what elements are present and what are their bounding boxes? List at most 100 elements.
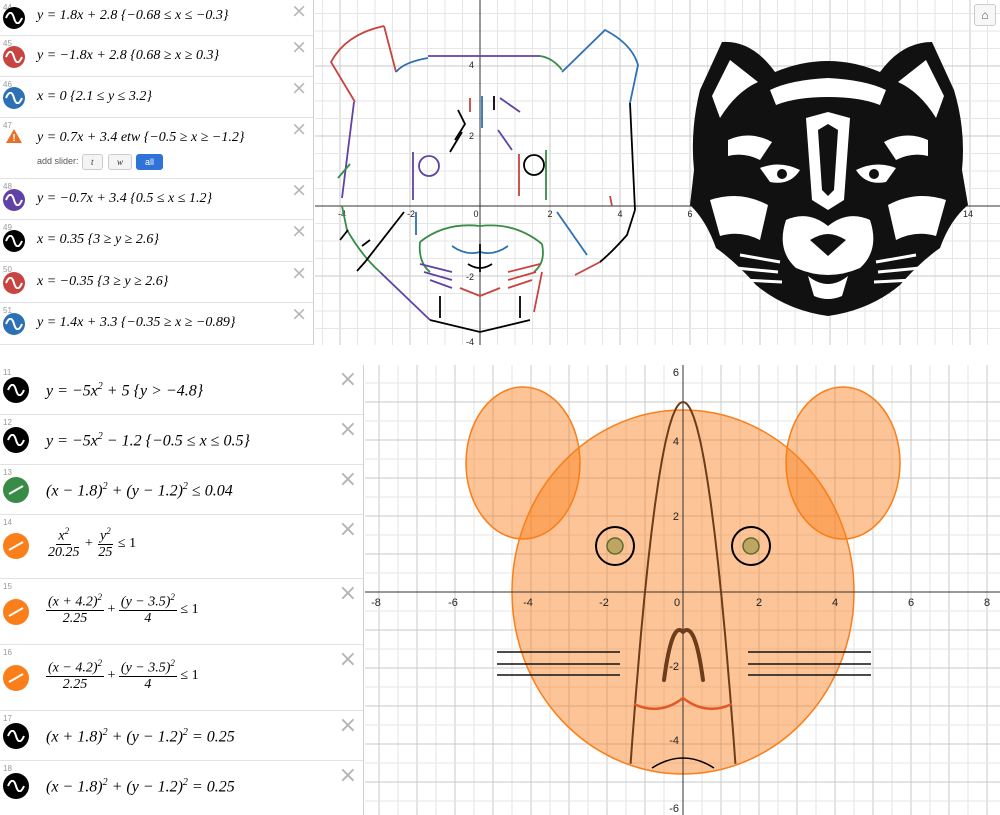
expression-text[interactable]: y = 1.4x + 3.3 {−0.35 ≥ x ≥ −0.89} (37, 315, 236, 331)
fill-icon[interactable] (3, 477, 29, 503)
expression-row[interactable]: 11 y = −5x2 + 5 {y > −4.8} × (0, 365, 363, 415)
row-number: 12 (3, 418, 12, 427)
graph-paper-bottom[interactable]: -8 -6 -4 -2 0 2 4 6 8 6 4 2 -2 -4 -6 (365, 365, 1000, 815)
expression-text[interactable]: (x − 4.2)2 2.25 + (y − 3.5)2 4 ≤ 1 (46, 658, 199, 692)
expression-text[interactable]: x = −0.35 {3 ≥ y ≥ 2.6} (37, 274, 168, 290)
wave-icon[interactable] (3, 189, 25, 211)
expression-row[interactable]: 47 ! y = 0.7x + 3.4 etw {−0.5 ≥ x ≥ −1.2… (0, 118, 313, 179)
x-tick-label: -8 (371, 597, 381, 609)
x-tick-label: -6 (448, 597, 458, 609)
expression-row[interactable]: 45 y = −1.8x + 2.8 {0.68 ≥ x ≥ 0.3} × (0, 36, 313, 77)
expression-row[interactable]: 18 (x − 1.8)2 + (y − 1.2)2 = 0.25 × (0, 761, 363, 815)
x-tick-label: -2 (407, 209, 415, 219)
expression-text[interactable]: x = 0.35 {3 ≥ y ≥ 2.6} (37, 232, 159, 248)
expression-row[interactable]: 15 (x + 4.2)2 2.25 + (y − 3.5)2 4 ≤ 1 × (0, 579, 363, 645)
bottom-screenshot: 11 y = −5x2 + 5 {y > −4.8} × 12 y = −5x2… (0, 365, 1000, 815)
wave-icon[interactable] (3, 87, 25, 109)
x-tick-label: 2 (547, 209, 552, 219)
x-tick-label: 6 (687, 209, 692, 219)
home-icon[interactable]: ⌂ (974, 4, 996, 26)
delete-icon[interactable]: × (291, 38, 307, 57)
expression-text[interactable]: y = 0.7x + 3.4 etw {−0.5 ≥ x ≥ −1.2} (37, 130, 244, 146)
wave-icon[interactable] (3, 427, 29, 453)
x-tick-label: -2 (599, 597, 609, 609)
delete-icon[interactable]: × (339, 419, 357, 441)
x-tick-label: 14 (963, 209, 973, 219)
expression-row[interactable]: 51 y = 1.4x + 3.3 {−0.35 ≥ x ≥ −0.89} × (0, 303, 313, 345)
x-tick-label: 4 (617, 209, 622, 219)
expression-row[interactable]: 48 y = −0.7x + 3.4 {0.5 ≤ x ≤ 1.2} × (0, 179, 313, 220)
y-tick-label: 2 (469, 131, 474, 141)
expression-text[interactable]: x2 20.25 + y2 25 ≤ 1 (46, 526, 136, 560)
y-tick-label: -4 (466, 337, 474, 345)
expression-text[interactable]: x = 0 {2.1 ≤ y ≤ 3.2} (37, 89, 152, 105)
delete-icon[interactable]: × (291, 222, 307, 241)
expression-text[interactable]: (x − 1.8)2 + (y − 1.2)2 = 0.25 (46, 777, 235, 796)
y-tick-label: -2 (669, 661, 679, 673)
expression-row[interactable]: 12 y = −5x2 − 1.2 {−0.5 ≤ x ≤ 0.5} × (0, 415, 363, 465)
row-number: 14 (3, 518, 12, 527)
delete-icon[interactable]: × (339, 369, 357, 391)
wave-icon[interactable] (3, 773, 29, 799)
expression-row[interactable]: 50 x = −0.35 {3 ≥ y ≥ 2.6} × (0, 262, 313, 303)
x-tick-label: 4 (832, 597, 838, 609)
row-number: 11 (3, 368, 12, 377)
delete-icon[interactable]: × (339, 519, 357, 541)
graph-paper-top[interactable]: -4 -2 0 2 4 6 8 10 12 14 4 2 -2 -4 (315, 0, 1000, 345)
y-tick-label: 4 (673, 436, 679, 448)
delete-icon[interactable]: × (339, 715, 357, 737)
delete-icon[interactable]: × (291, 120, 307, 139)
expression-text[interactable]: (x + 4.2)2 2.25 + (y − 3.5)2 4 ≤ 1 (46, 592, 199, 626)
slider-button-w[interactable]: w (108, 154, 133, 170)
expression-row[interactable]: 16 (x − 4.2)2 2.25 + (y − 3.5)2 4 ≤ 1 × (0, 645, 363, 711)
expression-text[interactable]: y = −1.8x + 2.8 {0.68 ≥ x ≥ 0.3} (37, 48, 219, 64)
delete-icon[interactable]: × (339, 649, 357, 671)
fill-icon[interactable] (3, 533, 29, 559)
expression-row[interactable]: 46 x = 0 {2.1 ≤ y ≤ 3.2} × (0, 77, 313, 118)
delete-icon[interactable]: × (291, 181, 307, 200)
expression-text[interactable]: y = −0.7x + 3.4 {0.5 ≤ x ≤ 1.2} (37, 191, 212, 207)
wave-icon[interactable] (3, 46, 25, 68)
expression-row[interactable]: 13 (x − 1.8)2 + (y − 1.2)2 ≤ 0.04 × (0, 465, 363, 515)
slider-button-all[interactable]: all (136, 154, 164, 170)
delete-icon[interactable]: × (339, 583, 357, 605)
y-tick-label: 6 (673, 367, 679, 379)
expression-row[interactable]: 14 x2 20.25 + y2 25 ≤ 1 × (0, 515, 363, 579)
expression-text[interactable]: (x − 1.8)2 + (y − 1.2)2 ≤ 0.04 (46, 481, 233, 500)
x-tick-label: 0 (674, 597, 680, 609)
fill-icon[interactable] (3, 665, 29, 691)
x-tick-label: 6 (908, 597, 914, 609)
x-tick-label: 0 (473, 209, 478, 219)
expression-text[interactable]: y = 1.8x + 2.8 {−0.68 ≤ x ≤ −0.3} (37, 8, 229, 24)
expression-text[interactable]: y = −5x2 − 1.2 {−0.5 ≤ x ≤ 0.5} (46, 431, 250, 450)
x-tick-label: -4 (523, 597, 533, 609)
expression-text[interactable]: (x + 1.8)2 + (y − 1.2)2 = 0.25 (46, 727, 235, 746)
delete-icon[interactable]: × (291, 79, 307, 98)
y-tick-label: -2 (466, 272, 474, 282)
delete-icon[interactable]: × (291, 2, 307, 21)
delete-icon[interactable]: × (291, 305, 307, 324)
expression-row[interactable]: 17 (x + 1.8)2 + (y − 1.2)2 = 0.25 × (0, 711, 363, 761)
slider-button-t[interactable]: t (82, 154, 103, 170)
delete-icon[interactable]: × (291, 264, 307, 283)
divider (0, 345, 1000, 367)
y-tick-label: -6 (669, 803, 679, 815)
expression-row[interactable]: 49 x = 0.35 {3 ≥ y ≥ 2.6} × (0, 220, 313, 262)
row-number: 16 (3, 648, 12, 657)
delete-icon[interactable]: × (339, 765, 357, 787)
warning-icon[interactable]: ! (5, 128, 23, 144)
wave-icon[interactable] (3, 272, 25, 294)
wave-icon[interactable] (3, 7, 25, 29)
wave-icon[interactable] (3, 723, 29, 749)
y-tick-label: -4 (669, 735, 679, 747)
svg-text:!: ! (12, 133, 15, 144)
wave-icon[interactable] (3, 377, 29, 403)
fill-icon[interactable] (3, 599, 29, 625)
row-number: 15 (3, 582, 12, 591)
tiger-line-drawing (329, 25, 639, 333)
delete-icon[interactable]: × (339, 469, 357, 491)
wave-icon[interactable] (3, 230, 25, 252)
expression-text[interactable]: y = −5x2 + 5 {y > −4.8} (46, 381, 203, 400)
expression-row[interactable]: 44 y = 1.8x + 2.8 {−0.68 ≤ x ≤ −0.3} × (0, 0, 313, 36)
wave-icon[interactable] (3, 313, 25, 335)
